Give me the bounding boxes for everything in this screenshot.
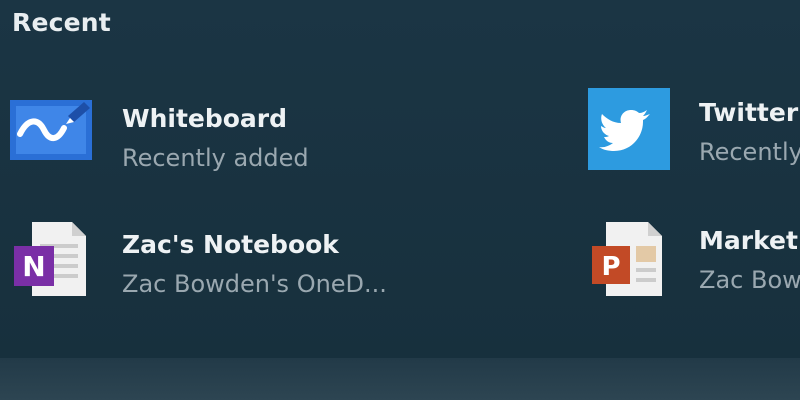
item-title: Twitter	[699, 98, 799, 127]
powerpoint-file-icon: P	[592, 222, 662, 296]
item-subtitle: Recently added	[122, 144, 309, 172]
section-title-recent: Recent	[12, 8, 111, 37]
taskbar-edge	[0, 358, 800, 400]
twitter-bird-icon	[588, 88, 670, 170]
recent-item-marketing[interactable]: P Marketing Zac Bowden's OneD...	[588, 220, 800, 310]
svg-text:P: P	[601, 252, 620, 282]
item-subtitle: Recently added	[699, 138, 800, 166]
recent-item-zacs-notebook[interactable]: N Zac's Notebook Zac Bowden's OneD...	[10, 222, 570, 312]
item-subtitle: Zac Bowden's OneD...	[699, 266, 800, 294]
whiteboard-icon	[10, 100, 92, 160]
svg-text:N: N	[22, 250, 45, 283]
onenote-notebook-icon: N	[14, 222, 86, 296]
item-title: Marketing	[699, 226, 800, 255]
item-title: Zac's Notebook	[122, 230, 339, 259]
item-title: Whiteboard	[122, 104, 288, 133]
recent-item-whiteboard[interactable]: Whiteboard Recently added	[10, 96, 570, 186]
recent-item-twitter[interactable]: Twitter Recently added	[588, 88, 800, 178]
item-subtitle: Zac Bowden's OneD...	[122, 270, 387, 298]
